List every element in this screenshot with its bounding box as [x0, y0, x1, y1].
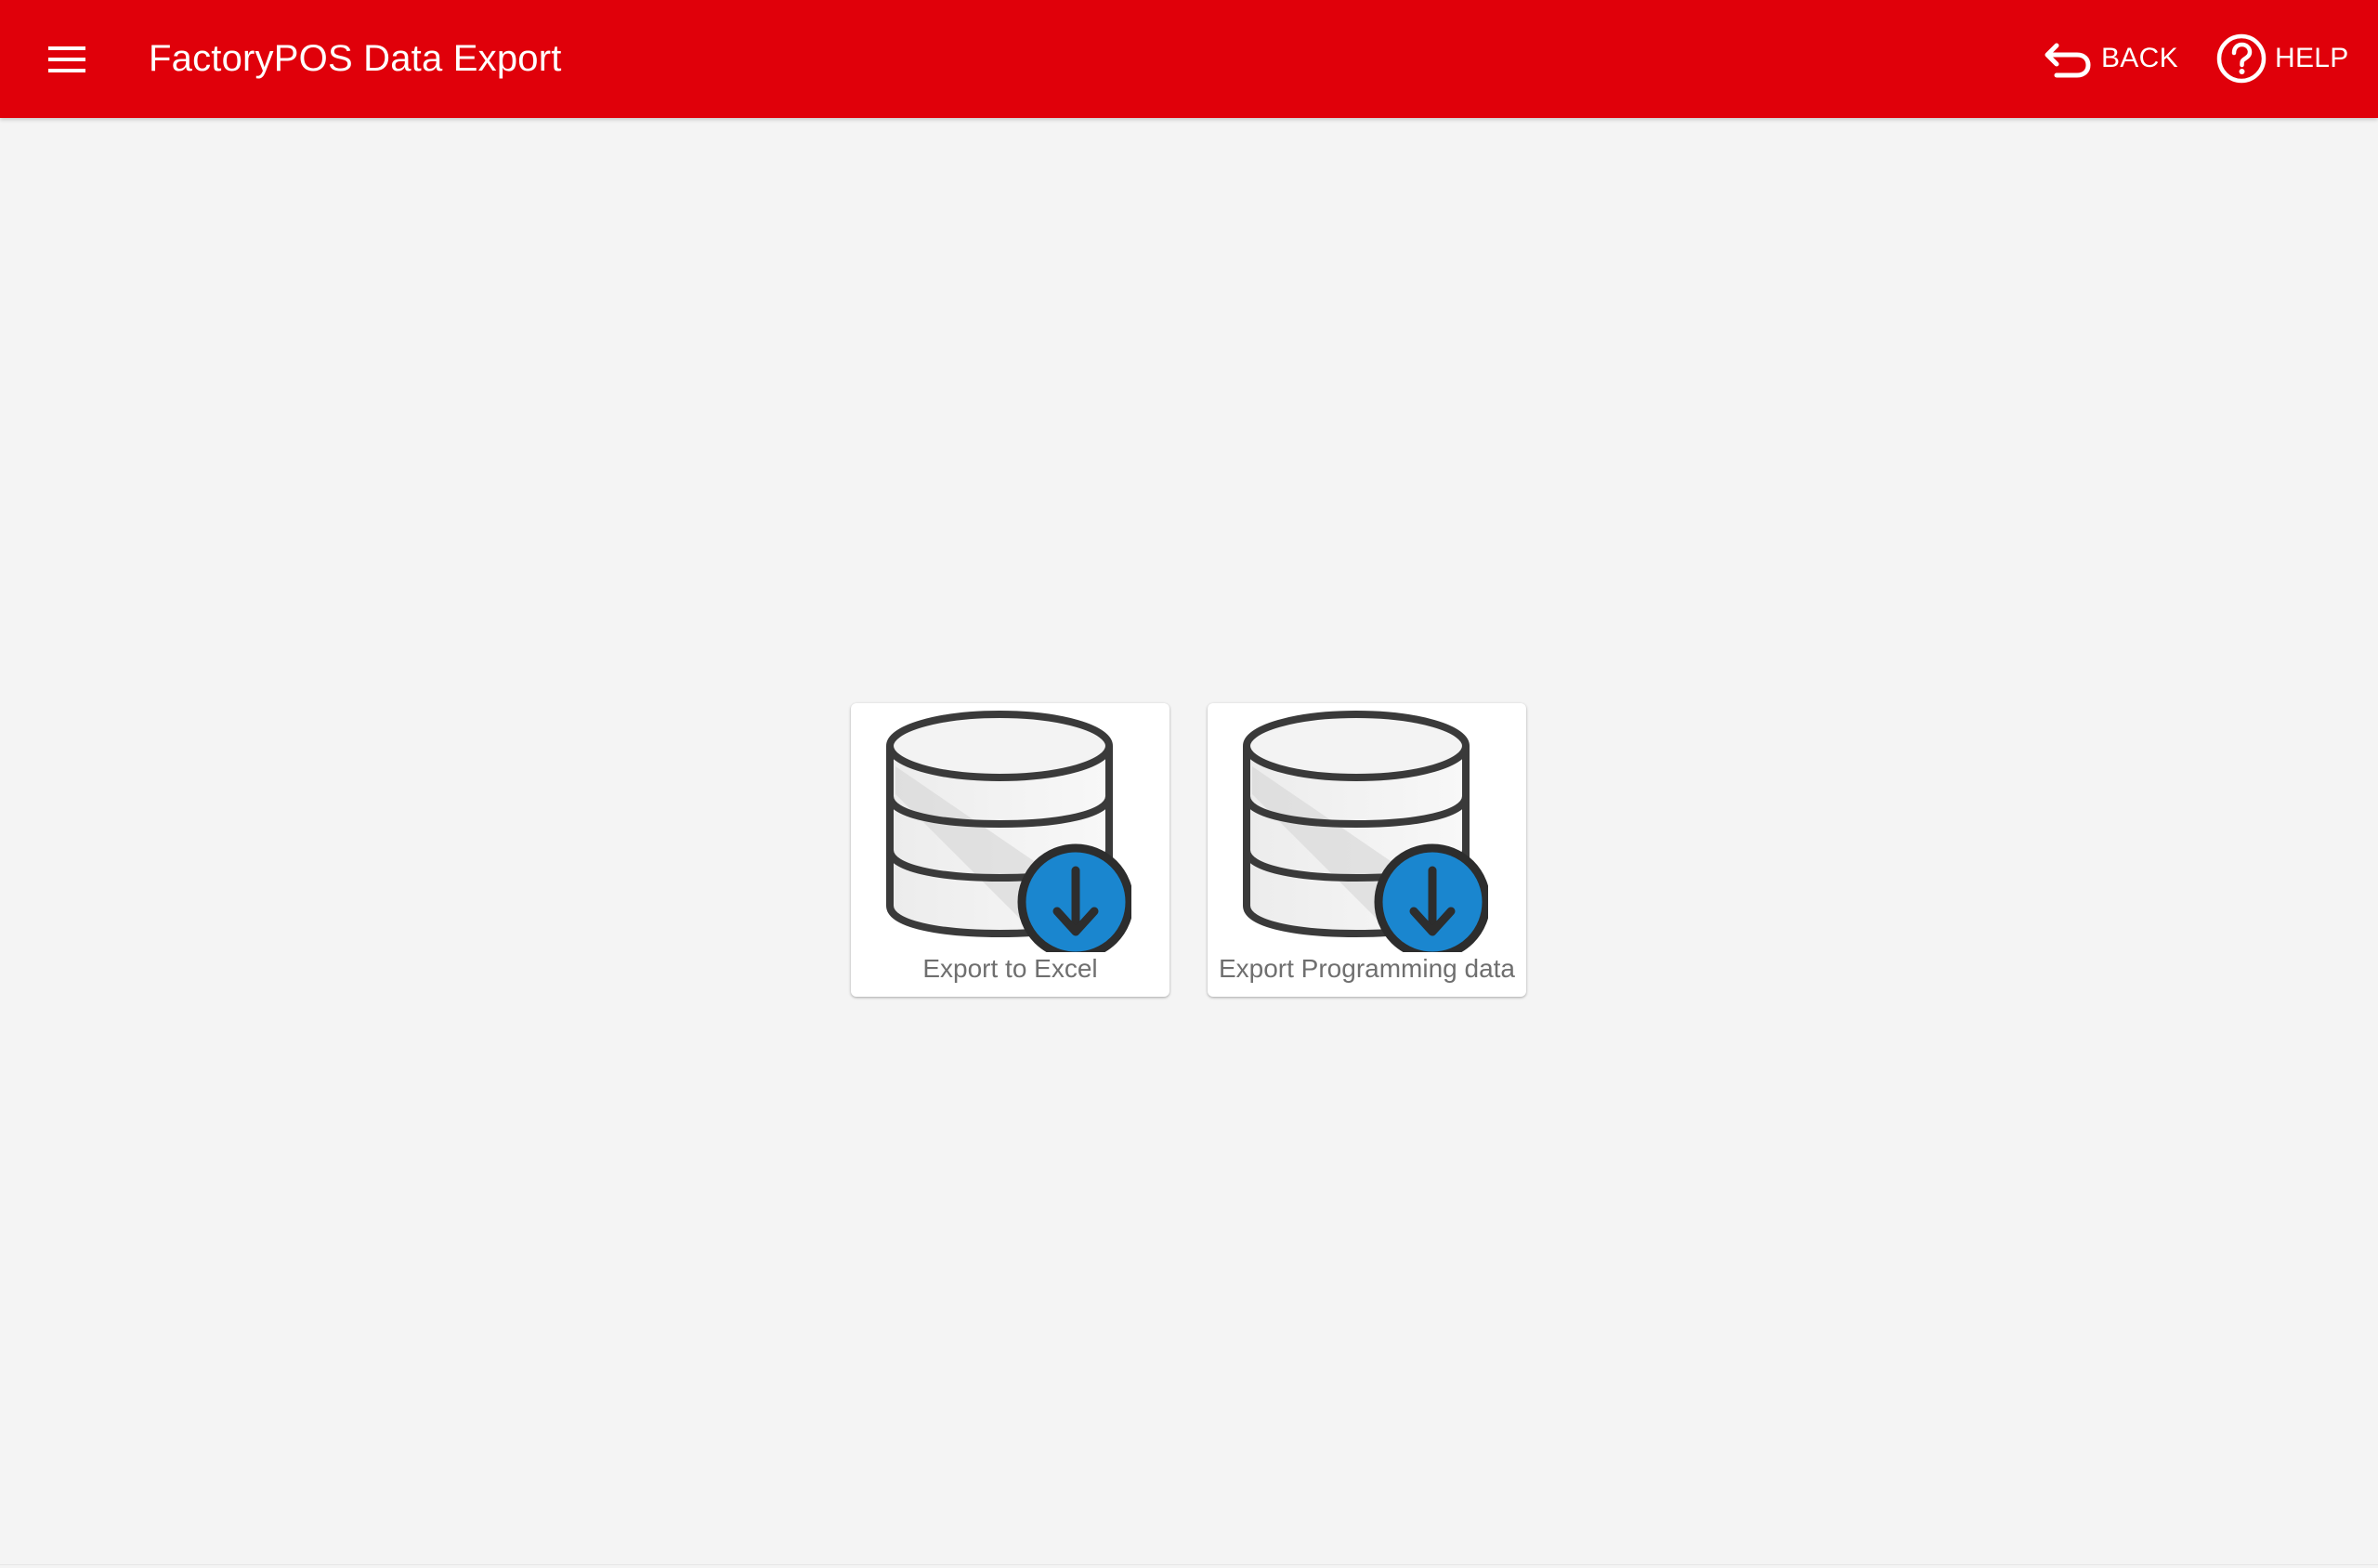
card-label: Export to Excel: [922, 954, 1098, 983]
help-button[interactable]: HELP: [2215, 28, 2349, 89]
card-label: Export Programming data: [1218, 954, 1516, 983]
back-label: BACK: [2101, 43, 2178, 73]
undo-arrow-icon: [2045, 43, 2091, 78]
back-button[interactable]: BACK: [2042, 28, 2178, 89]
page-title: FactoryPOS Data Export: [149, 38, 562, 79]
export-to-excel-card[interactable]: Export to Excel: [851, 703, 1169, 997]
database-download-icon: [1243, 711, 1488, 952]
database-download-icon: [886, 711, 1131, 952]
help-label: HELP: [2275, 43, 2349, 73]
menu-button[interactable]: [41, 33, 93, 85]
divider: [0, 1564, 2378, 1565]
question-circle-icon: [2216, 33, 2267, 84]
export-programming-data-card[interactable]: Export Programming data: [1208, 703, 1526, 997]
hamburger-menu-icon: [48, 46, 85, 72]
app-bar: FactoryPOS Data Export BACK HELP: [0, 0, 2378, 118]
